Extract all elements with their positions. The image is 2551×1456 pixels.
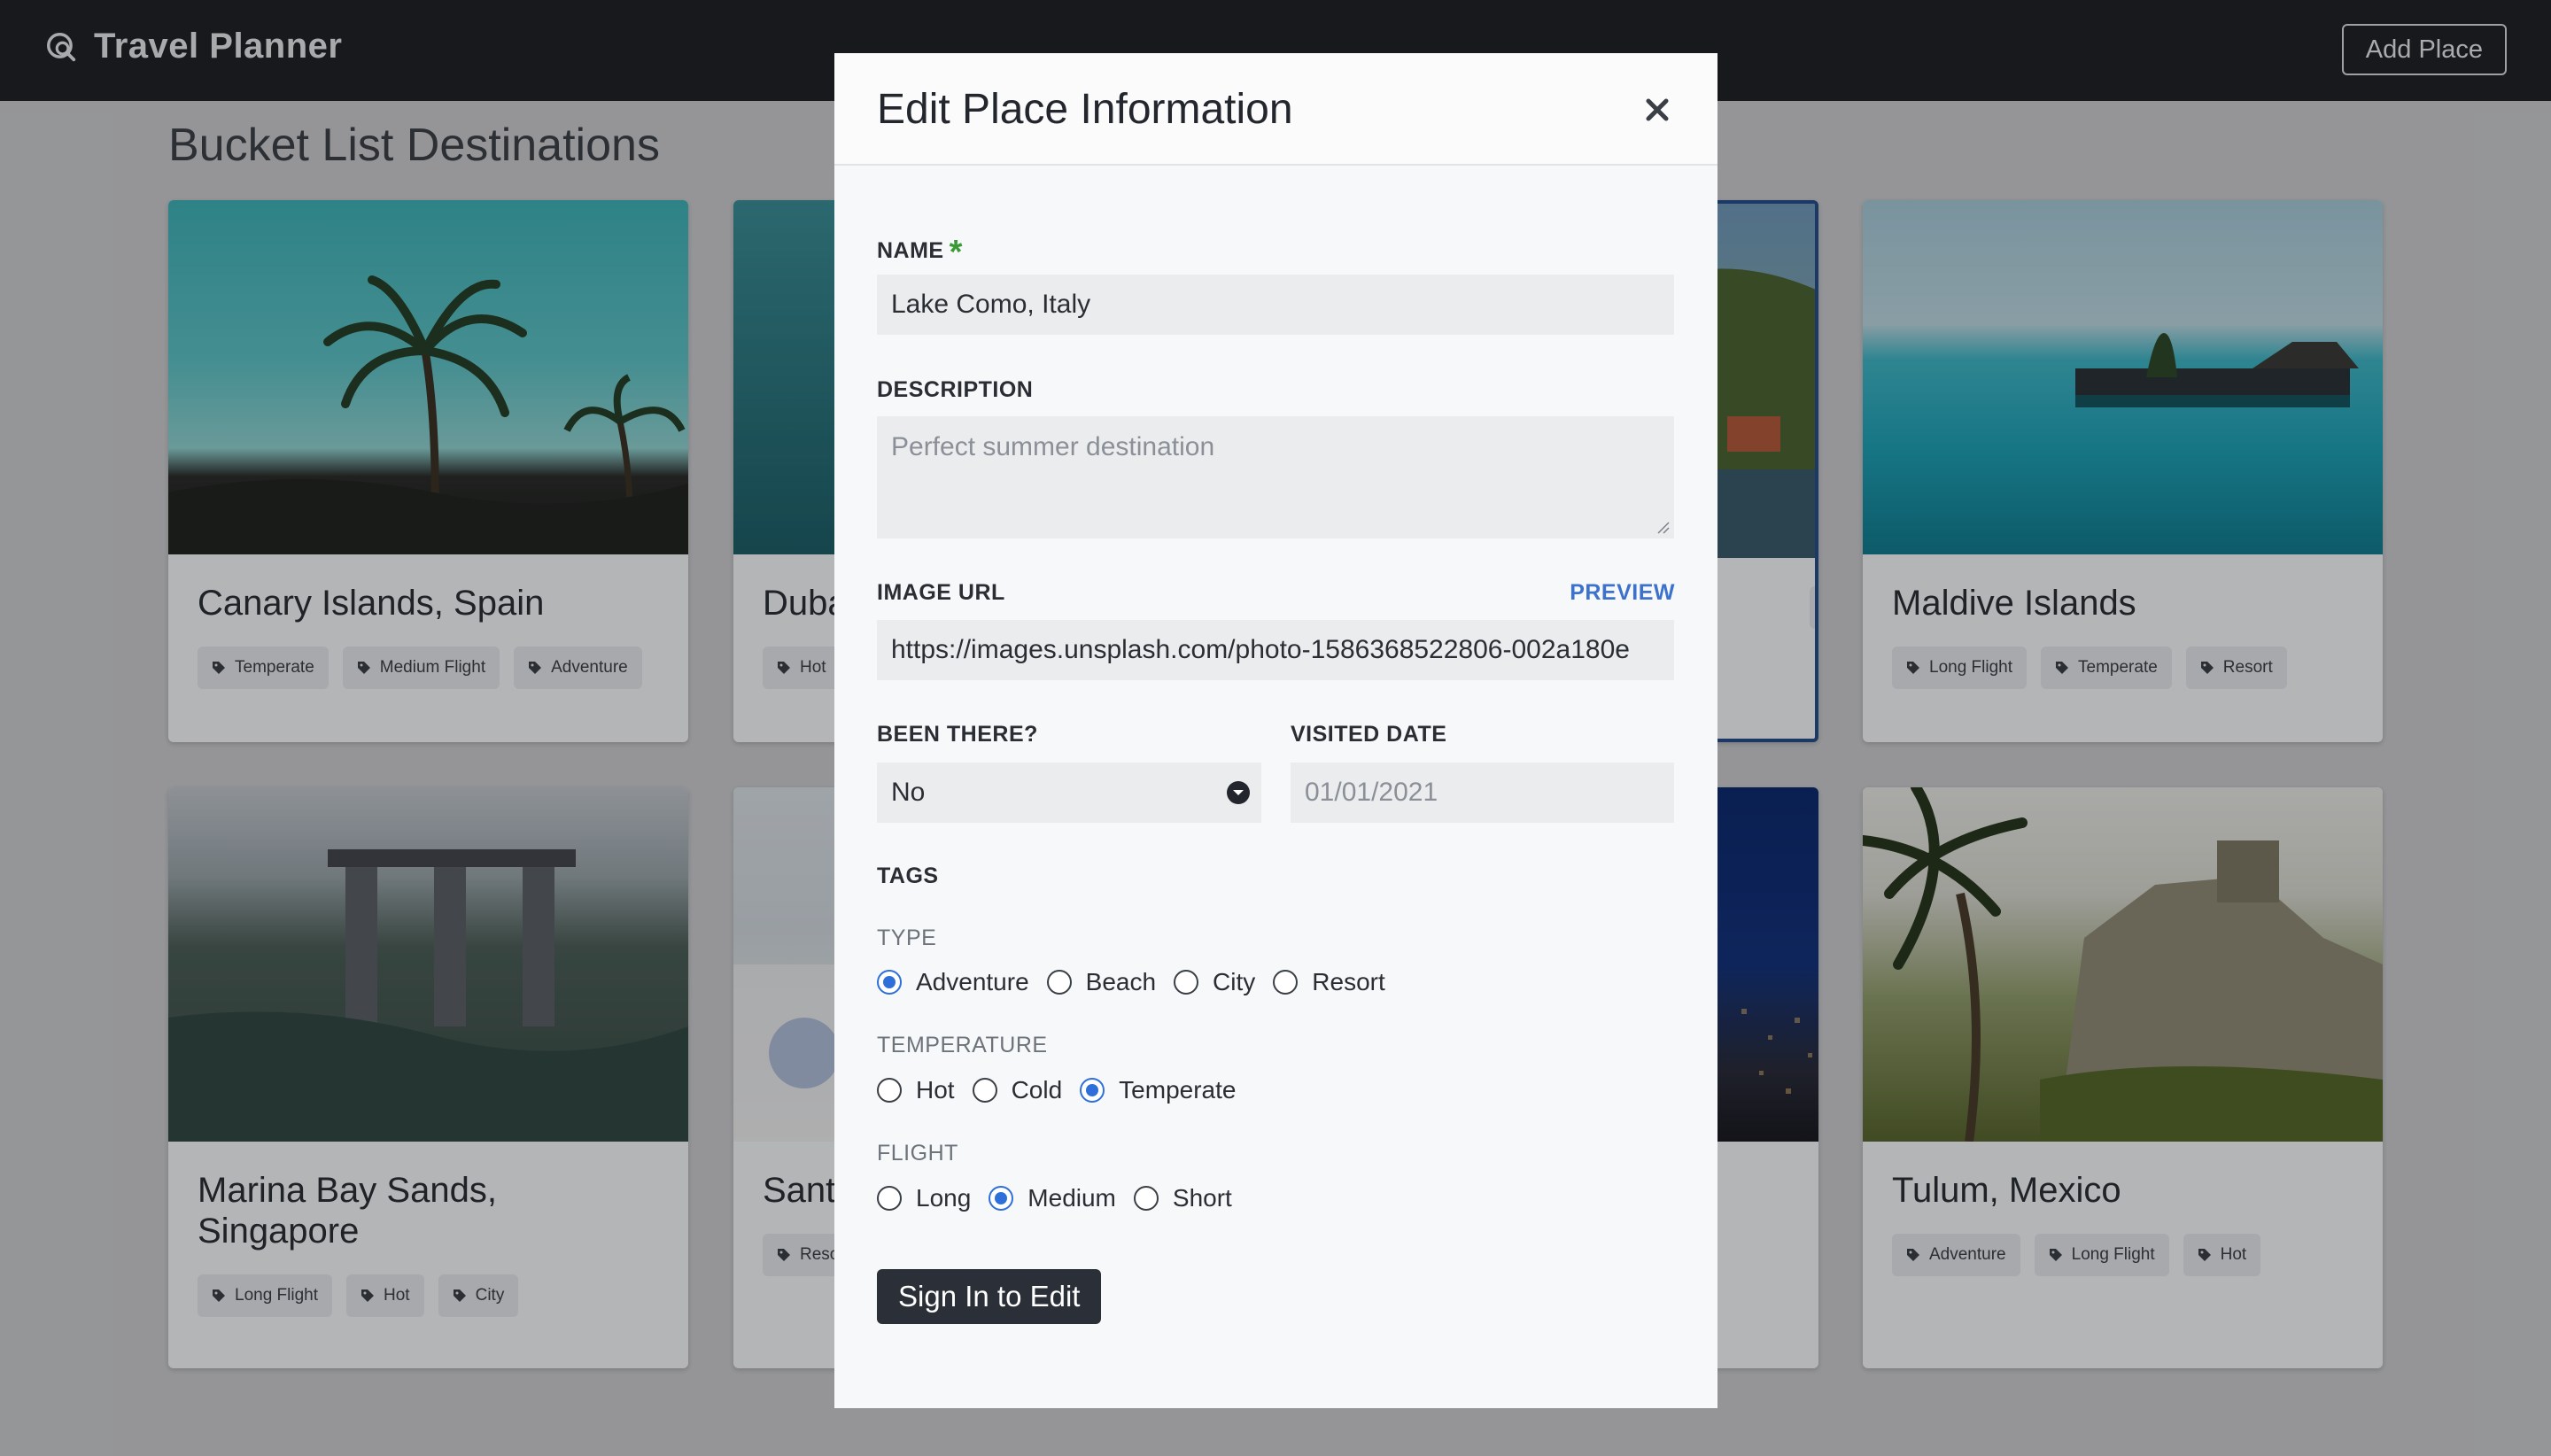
tags-label: TAGS: [877, 864, 939, 888]
radio-selected[interactable]: [877, 970, 902, 995]
radio-button[interactable]: [1174, 970, 1199, 995]
image-url-label: IMAGE URL: [877, 580, 1005, 605]
type-label: TYPE: [877, 925, 937, 950]
edit-place-modal: Edit Place Information NAME* DESCRIPTION…: [834, 53, 1717, 1408]
temperature-label: TEMPERATURE: [877, 1033, 1048, 1057]
been-there-value: No: [891, 778, 926, 807]
image-url-input[interactable]: [877, 620, 1674, 680]
visited-date-value: 01/01/2021: [1305, 778, 1438, 807]
radio-button[interactable]: [877, 1186, 902, 1211]
radio-label: Hot: [916, 1076, 955, 1104]
type-option-city[interactable]: City: [1174, 968, 1255, 996]
radio-selected[interactable]: [989, 1186, 1014, 1211]
preview-link[interactable]: PREVIEW: [1570, 580, 1675, 606]
temperature-option-temperate[interactable]: Temperate: [1080, 1076, 1236, 1104]
sign-in-to-edit-button[interactable]: Sign In to Edit: [877, 1269, 1102, 1324]
flight-option-short[interactable]: Short: [1133, 1184, 1232, 1212]
radio-label: Short: [1172, 1184, 1232, 1212]
description-placeholder: Perfect summer destination: [891, 432, 1215, 461]
temperature-radio-group: Hot Cold Temperate: [877, 1076, 1253, 1104]
radio-label: Adventure: [916, 968, 1029, 995]
temperature-option-cold[interactable]: Cold: [972, 1076, 1063, 1104]
visited-date-label: VISITED DATE: [1291, 722, 1447, 747]
radio-button[interactable]: [1273, 970, 1299, 995]
name-label-text: NAME: [877, 238, 944, 263]
modal-title: Edit Place Information: [877, 86, 1293, 133]
visited-date-input[interactable]: 01/01/2021: [1291, 763, 1674, 823]
been-there-select[interactable]: No: [877, 763, 1261, 823]
radio-button[interactable]: [972, 1078, 997, 1103]
radio-label: Cold: [1011, 1076, 1063, 1104]
been-there-label: BEEN THERE?: [877, 722, 1038, 747]
type-option-beach[interactable]: Beach: [1046, 968, 1157, 996]
radio-label: Medium: [1027, 1184, 1116, 1212]
radio-button[interactable]: [1046, 970, 1072, 995]
type-option-adventure[interactable]: Adventure: [877, 968, 1029, 996]
name-input[interactable]: [877, 275, 1674, 335]
radio-label: Beach: [1085, 968, 1157, 995]
flight-radio-group: Long Medium Short: [877, 1184, 1250, 1212]
type-option-resort[interactable]: Resort: [1273, 968, 1385, 996]
radio-label: City: [1213, 968, 1256, 995]
flight-option-long[interactable]: Long: [877, 1184, 971, 1212]
radio-button[interactable]: [1133, 1186, 1159, 1211]
flight-option-medium[interactable]: Medium: [989, 1184, 1116, 1212]
radio-label: Long: [916, 1184, 972, 1212]
close-icon: [1646, 98, 1669, 121]
modal-header: Edit Place Information: [834, 53, 1717, 166]
close-button[interactable]: [1640, 92, 1675, 128]
flight-label: FLIGHT: [877, 1141, 958, 1166]
radio-label: Temperate: [1119, 1076, 1237, 1104]
description-textarea[interactable]: Perfect summer destination: [877, 416, 1674, 538]
temperature-option-hot[interactable]: Hot: [877, 1076, 955, 1104]
description-label: DESCRIPTION: [877, 377, 1034, 402]
chevron-down-icon: [1227, 781, 1250, 804]
radio-button[interactable]: [877, 1078, 902, 1103]
name-label: NAME *: [877, 228, 963, 271]
resize-handle-icon[interactable]: [1656, 521, 1671, 535]
radio-label: Resort: [1312, 968, 1385, 995]
required-indicator: *: [949, 234, 963, 271]
radio-selected[interactable]: [1080, 1078, 1105, 1103]
type-radio-group: Adventure Beach City Resort: [877, 968, 1403, 996]
